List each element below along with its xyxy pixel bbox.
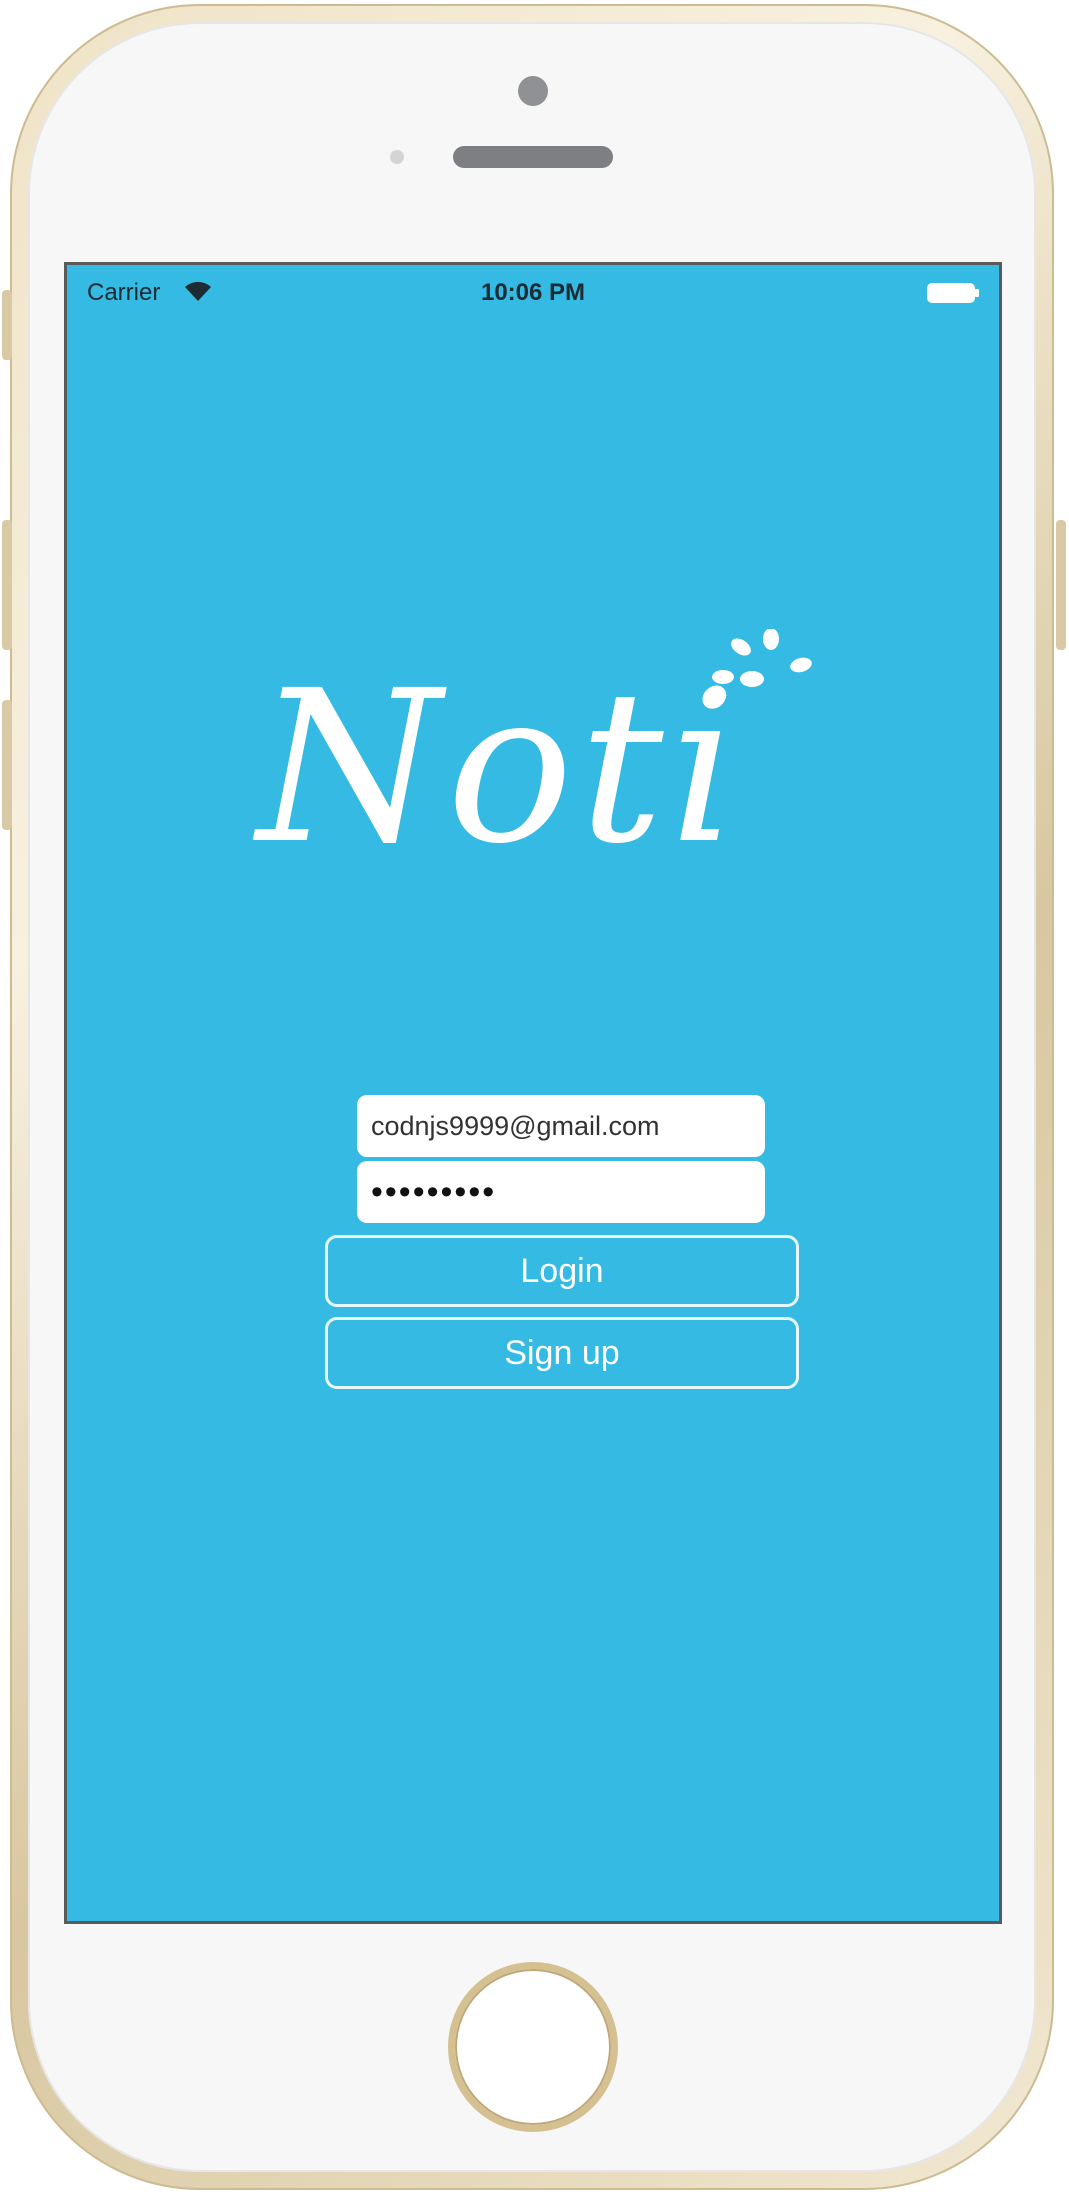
app-logo: Noti bbox=[257, 629, 857, 905]
signup-button[interactable]: Sign up bbox=[325, 1317, 799, 1389]
app-screen: Carrier 10:06 PM Noti codnjs9999@gmail.c… bbox=[64, 262, 1002, 1924]
password-field[interactable] bbox=[357, 1161, 765, 1223]
status-time: 10:06 PM bbox=[480, 279, 586, 306]
power-button bbox=[1056, 520, 1066, 650]
logo-sparkle-icon bbox=[712, 629, 812, 687]
front-camera bbox=[518, 76, 548, 106]
home-button[interactable] bbox=[448, 1962, 618, 2132]
proximity-sensor bbox=[390, 150, 404, 164]
login-form: Login Sign up bbox=[325, 1095, 799, 1389]
mute-switch bbox=[2, 290, 12, 360]
battery-icon bbox=[927, 283, 981, 303]
status-bar: Carrier 10:06 PM bbox=[67, 265, 999, 323]
volume-up-button bbox=[2, 520, 12, 650]
email-field[interactable] bbox=[357, 1095, 765, 1157]
device-mockup: Carrier 10:06 PM Noti codnjs9999@gmail.c… bbox=[0, 0, 1069, 2200]
logo-text: Noti bbox=[257, 645, 743, 890]
volume-down-button bbox=[2, 700, 12, 830]
earpiece-speaker bbox=[453, 146, 613, 168]
login-button[interactable]: Login bbox=[325, 1235, 799, 1307]
